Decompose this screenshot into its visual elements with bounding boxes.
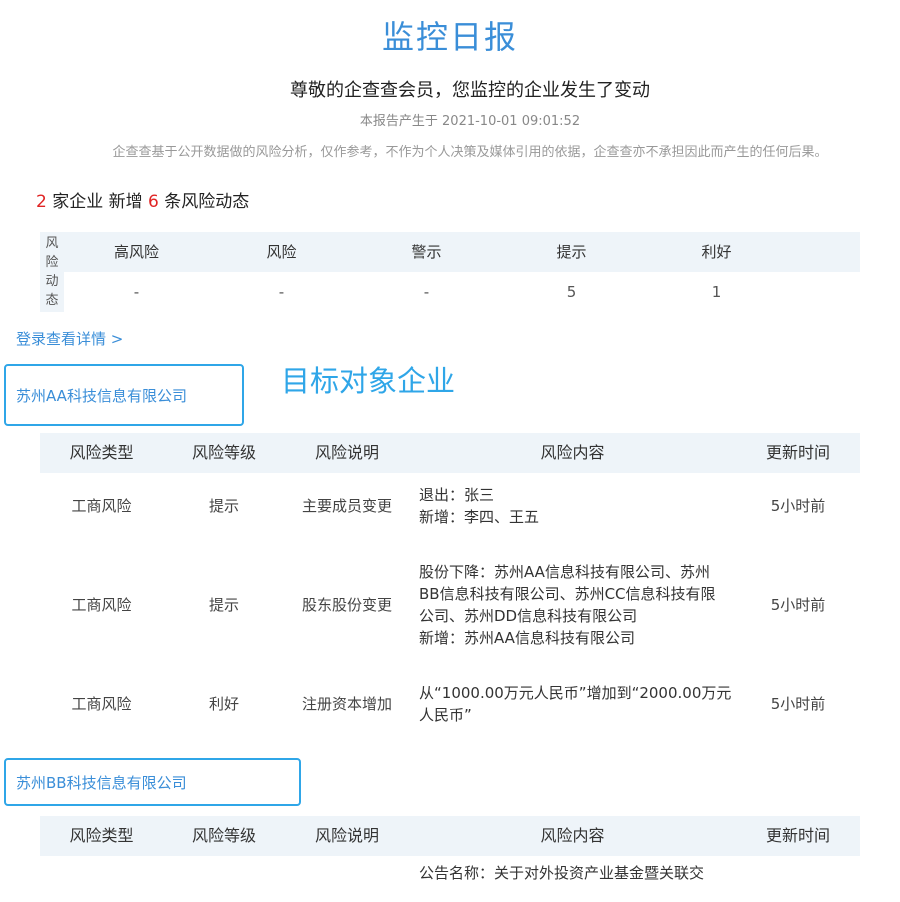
risk-type: 工商风险 bbox=[71, 596, 132, 614]
risk-content: 退出：张三 新增：李四、王五 bbox=[409, 473, 736, 538]
col-update-time: 更新时间 bbox=[765, 826, 830, 845]
col-risk-desc: 风险说明 bbox=[314, 826, 379, 845]
update-time: 5小时前 bbox=[770, 497, 826, 515]
disclaimer-text: 企查查基于公开数据做的风险分析，仅作参考，不作为个人决策及媒体引用的依据，企查查… bbox=[112, 145, 828, 160]
header-high-risk: 高风险 bbox=[113, 243, 159, 261]
risk-type: 工商风险 bbox=[71, 497, 132, 515]
side-char: 险 bbox=[45, 255, 59, 270]
table-header: 风险类型 风险等级 风险说明 风险内容 更新时间 bbox=[40, 816, 860, 856]
col-risk-desc: 风险说明 bbox=[314, 443, 379, 462]
risk-desc: 股东股份变更 bbox=[301, 596, 392, 614]
side-char: 态 bbox=[45, 293, 59, 308]
content-line: 从“1000.00万元人民币”增加到“2000.00万元 bbox=[419, 683, 732, 702]
risk-detail-table: 风险类型 风险等级 风险说明 风险内容 更新时间 工商风险 提示 主要成员变更 … bbox=[40, 433, 860, 752]
content-line: 新增：李四、王五 bbox=[419, 507, 540, 526]
value-risk: - bbox=[278, 283, 285, 301]
risk-desc: 主要成员变更 bbox=[301, 497, 392, 515]
col-risk-content: 风险内容 bbox=[540, 826, 605, 845]
login-view-details-link[interactable]: 登录查看详情 > bbox=[16, 328, 123, 349]
content-line: 公司、苏州DD信息科技有限公司 bbox=[419, 606, 638, 625]
table-row[interactable]: 工商风险 提示 股东股份变更 股份下降：苏州AA信息科技有限公司、苏州 BB信息… bbox=[40, 538, 860, 671]
risk-level: 利好 bbox=[208, 695, 239, 713]
side-char: 动 bbox=[45, 274, 59, 289]
col-update-time: 更新时间 bbox=[765, 443, 830, 462]
col-risk-level: 风险等级 bbox=[191, 443, 256, 462]
report-timestamp: 本报告产生于 2021-10-01 09:01:52 bbox=[359, 114, 581, 129]
update-time: 5小时前 bbox=[770, 695, 826, 713]
target-company-annotation: 目标对象企业 bbox=[281, 364, 456, 398]
risk-type: 工商风险 bbox=[71, 695, 132, 713]
content-line: 公告名称：关于对外投资产业基金暨关联交 bbox=[419, 864, 705, 882]
company-name-box[interactable]: 苏州BB科技信息有限公司 bbox=[4, 758, 301, 806]
content-line: 退出：张三 bbox=[419, 485, 495, 504]
company-name[interactable]: 苏州BB科技信息有限公司 bbox=[16, 772, 187, 793]
risk-count: 6 bbox=[148, 192, 159, 212]
table-row[interactable]: 公告名称：关于对外投资产业基金暨关联交 bbox=[40, 862, 860, 902]
header-tip: 提示 bbox=[556, 243, 587, 261]
content-line: 人民币” bbox=[419, 705, 472, 724]
header-good: 利好 bbox=[701, 243, 732, 261]
summary-text-2: 条风险动态 bbox=[158, 192, 250, 212]
content-line: 新增：苏州AA信息科技有限公司 bbox=[419, 628, 635, 647]
company-count: 2 bbox=[36, 192, 47, 212]
risk-desc: 注册资本增加 bbox=[301, 695, 392, 713]
company-name[interactable]: 苏州AA科技信息有限公司 bbox=[16, 385, 187, 406]
notice-subtitle: 尊敬的企查查会员，您监控的企业发生了变动 bbox=[290, 80, 650, 101]
update-time: 5小时前 bbox=[770, 596, 826, 614]
col-risk-type: 风险类型 bbox=[69, 826, 134, 845]
value-high-risk: - bbox=[133, 283, 140, 301]
header-risk: 风险 bbox=[266, 243, 297, 261]
page-title: 监控日报 bbox=[381, 18, 518, 56]
risk-overview-header: 高风险 风险 警示 提示 利好 bbox=[64, 232, 860, 272]
table-row[interactable]: 工商风险 利好 注册资本增加 从“1000.00万元人民币”增加到“2000.0… bbox=[40, 671, 860, 736]
risk-level: 提示 bbox=[208, 596, 239, 614]
value-good: 1 bbox=[711, 283, 722, 301]
col-risk-content: 风险内容 bbox=[540, 443, 605, 462]
risk-summary: 2 家企业 新增 6 条风险动态 bbox=[36, 187, 249, 212]
table-row[interactable]: 工商风险 提示 主要成员变更 退出：张三 新增：李四、王五 5小时前 bbox=[40, 473, 860, 538]
risk-detail-table: 风险类型 风险等级 风险说明 风险内容 更新时间 公告名称：关于对外投资产业基金… bbox=[40, 816, 860, 882]
col-risk-type: 风险类型 bbox=[69, 443, 134, 462]
value-tip: 5 bbox=[566, 283, 577, 301]
risk-overview-table: 风 险 动 态 高风险 风险 警示 提示 利好 - - - 5 1 bbox=[40, 232, 860, 312]
risk-content: 股份下降：苏州AA信息科技有限公司、苏州 BB信息科技有限公司、苏州CC信息科技… bbox=[409, 538, 736, 671]
risk-level: 提示 bbox=[208, 497, 239, 515]
col-risk-level: 风险等级 bbox=[191, 826, 256, 845]
content-line: BB信息科技有限公司、苏州CC信息科技有限 bbox=[419, 584, 716, 603]
risk-overview-values: - - - 5 1 bbox=[64, 272, 860, 312]
risk-side-label: 风 险 动 态 bbox=[40, 232, 64, 312]
company-name-box[interactable]: 苏州AA科技信息有限公司 bbox=[4, 364, 244, 426]
content-line: 股份下降：苏州AA信息科技有限公司、苏州 bbox=[419, 562, 710, 581]
summary-text-1: 家企业 新增 bbox=[46, 192, 149, 212]
value-warning: - bbox=[423, 283, 430, 301]
risk-content: 公告名称：关于对外投资产业基金暨关联交 bbox=[409, 862, 736, 902]
risk-content: 从“1000.00万元人民币”增加到“2000.00万元 人民币” bbox=[409, 671, 736, 736]
table-header: 风险类型 风险等级 风险说明 风险内容 更新时间 bbox=[40, 433, 860, 473]
header-warning: 警示 bbox=[411, 243, 442, 261]
side-char: 风 bbox=[45, 236, 59, 251]
